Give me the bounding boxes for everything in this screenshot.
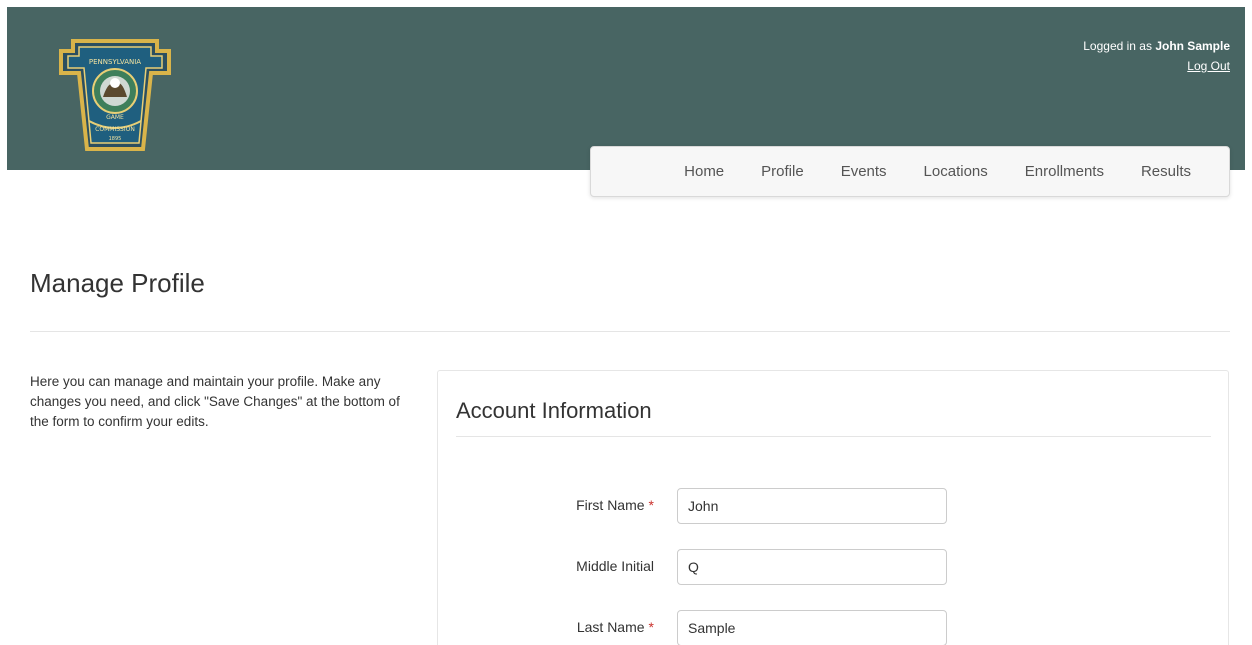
svg-text:1895: 1895 (109, 136, 122, 142)
nav-item-events[interactable]: Events (841, 163, 887, 180)
middle-initial-label: Middle Initial (576, 558, 654, 574)
last-name-field[interactable] (677, 610, 947, 645)
nav-item-home[interactable]: Home (684, 163, 724, 180)
nav-item-enrollments[interactable]: Enrollments (1025, 163, 1104, 180)
middle-initial-field[interactable] (677, 549, 947, 585)
middle-initial-row: Middle Initial (438, 549, 1230, 585)
logged-in-line: Logged in as John Sample (1083, 36, 1230, 56)
logout-link[interactable]: Log Out (1187, 59, 1230, 73)
title-divider (30, 331, 1230, 332)
last-name-row: Last Name * (438, 610, 1230, 645)
nav-item-locations[interactable]: Locations (924, 163, 988, 180)
required-marker: * (648, 619, 654, 635)
first-name-field[interactable] (677, 488, 947, 524)
user-status: Logged in as John Sample Log Out (1083, 36, 1230, 76)
first-name-label: First Name * (576, 497, 654, 513)
page-title: Manage Profile (30, 268, 205, 298)
main-nav: Home Profile Events Locations Enrollment… (590, 146, 1230, 197)
first-name-label-text: First Name (576, 497, 645, 513)
first-name-row: First Name * (438, 488, 1230, 524)
keystone-seal-icon: PENNSYLVANIA GAME COMMISSION 1895 (59, 39, 171, 151)
nav-item-profile[interactable]: Profile (761, 163, 804, 180)
agency-logo[interactable]: PENNSYLVANIA GAME COMMISSION 1895 (59, 39, 171, 155)
user-name: John Sample (1155, 39, 1230, 53)
logged-in-prefix: Logged in as (1083, 39, 1156, 53)
nav-item-results[interactable]: Results (1141, 163, 1191, 180)
intro-text: Here you can manage and maintain your pr… (30, 374, 400, 429)
svg-text:COMMISSION: COMMISSION (95, 126, 135, 133)
required-marker: * (648, 497, 654, 513)
section-divider (456, 436, 1211, 437)
svg-text:PENNSYLVANIA: PENNSYLVANIA (89, 58, 141, 66)
last-name-label-text: Last Name (576, 619, 645, 635)
last-name-label: Last Name * (577, 619, 654, 635)
page: PENNSYLVANIA GAME COMMISSION 1895 Logged… (0, 0, 1252, 645)
svg-text:GAME: GAME (106, 114, 124, 121)
section-title: Account Information (456, 398, 652, 423)
account-form-panel: Account Information First Name* Middle I… (437, 370, 1229, 645)
middle-initial-label-text: Middle Initial (576, 558, 654, 574)
